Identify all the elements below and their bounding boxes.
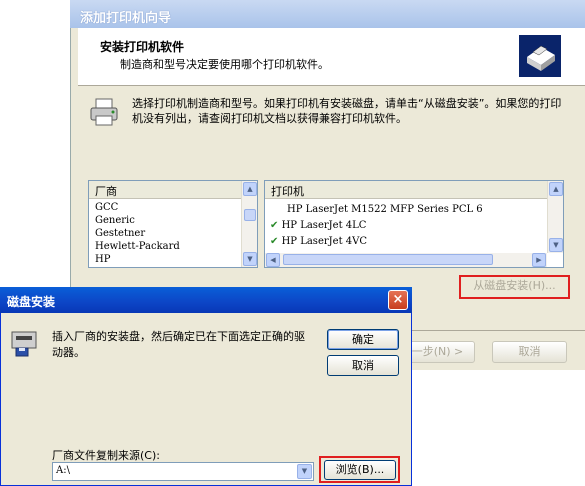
scroll-right-icon[interactable]: ▶	[532, 253, 546, 267]
printer-item-label: HP LaserJet 4VC	[281, 236, 367, 247]
wizard-header-title: 安装打印机软件	[100, 40, 185, 54]
printer-item-label: HP LaserJet 4LC	[281, 220, 367, 231]
wizard-divider	[412, 330, 585, 331]
printer-item[interactable]: ✔ HP LaserJet 4LC	[270, 220, 366, 231]
manufacturer-list[interactable]: 厂商 GCC Generic Gestetner Hewlett-Packard…	[88, 180, 258, 268]
printer-logo-icon	[518, 34, 562, 78]
printer-vscrollbar[interactable]: ▲ ▼	[547, 181, 563, 253]
dialog-message: 插入厂商的安装盘，然后确定已在下面选定正确的驱动器。	[52, 330, 305, 359]
printer-item[interactable]: HP LaserJet M1522 MFP Series PCL 6	[287, 204, 483, 215]
manufacturer-item[interactable]: GCC	[95, 202, 118, 213]
source-label: 厂商文件复制来源(C):	[52, 449, 160, 462]
scroll-left-icon[interactable]: ◀	[266, 253, 280, 267]
scroll-thumb[interactable]	[244, 209, 256, 221]
certified-check-icon: ✔	[270, 220, 279, 231]
certified-check-icon: ✔	[270, 236, 279, 247]
wizard-instruction: 选择打印机制造商和型号。如果打印机有安装磁盘，请单击“从磁盘安装”。如果您的打印…	[132, 97, 562, 125]
printer-item[interactable]: ✔ HP LaserJet 4VC	[270, 236, 367, 247]
printer-icon	[88, 96, 120, 128]
dialog-cancel-button[interactable]: 取消	[327, 355, 399, 376]
have-disk-button[interactable]: 从磁盘安装(H)...	[463, 278, 566, 296]
close-icon[interactable]: ×	[388, 290, 408, 310]
dialog-title: 磁盘安装	[0, 287, 412, 313]
manufacturer-scrollbar[interactable]: ▲ ▼	[241, 181, 257, 267]
browse-button[interactable]: 浏览(B)...	[324, 460, 396, 480]
printer-list[interactable]: 打印机 HP LaserJet M1522 MFP Series PCL 6 ✔…	[264, 180, 564, 268]
scroll-down-icon[interactable]: ▼	[549, 238, 563, 252]
manufacturer-item[interactable]: Generic	[95, 215, 135, 226]
hscroll-thumb[interactable]	[283, 254, 493, 265]
printer-item-label: HP LaserJet M1522 MFP Series PCL 6	[287, 204, 483, 215]
ok-button[interactable]: 确定	[327, 329, 399, 350]
manufacturer-item[interactable]: Hewlett-Packard	[95, 241, 180, 252]
manufacturer-item[interactable]: HP	[95, 254, 110, 265]
scroll-up-icon[interactable]: ▲	[243, 182, 257, 196]
chevron-down-icon[interactable]: ▼	[297, 464, 312, 479]
scroll-down-icon[interactable]: ▼	[243, 252, 257, 266]
wizard-header-subtitle: 制造商和型号决定要使用哪个打印机软件。	[120, 58, 329, 71]
source-path-combobox[interactable]: A:\ ▼	[52, 462, 314, 481]
manufacturer-header: 厂商	[89, 181, 241, 199]
wizard-title: 添加打印机向导	[70, 0, 585, 28]
manufacturer-item[interactable]: Gestetner	[95, 228, 145, 239]
scroll-up-icon[interactable]: ▲	[549, 182, 563, 196]
printer-hscrollbar[interactable]: ◀ ▶	[265, 253, 547, 267]
printer-header: 打印机	[265, 181, 547, 199]
source-path-value: A:\	[56, 465, 70, 476]
disk-drive-icon	[10, 326, 42, 358]
wizard-cancel-button[interactable]: 取消	[492, 341, 567, 363]
